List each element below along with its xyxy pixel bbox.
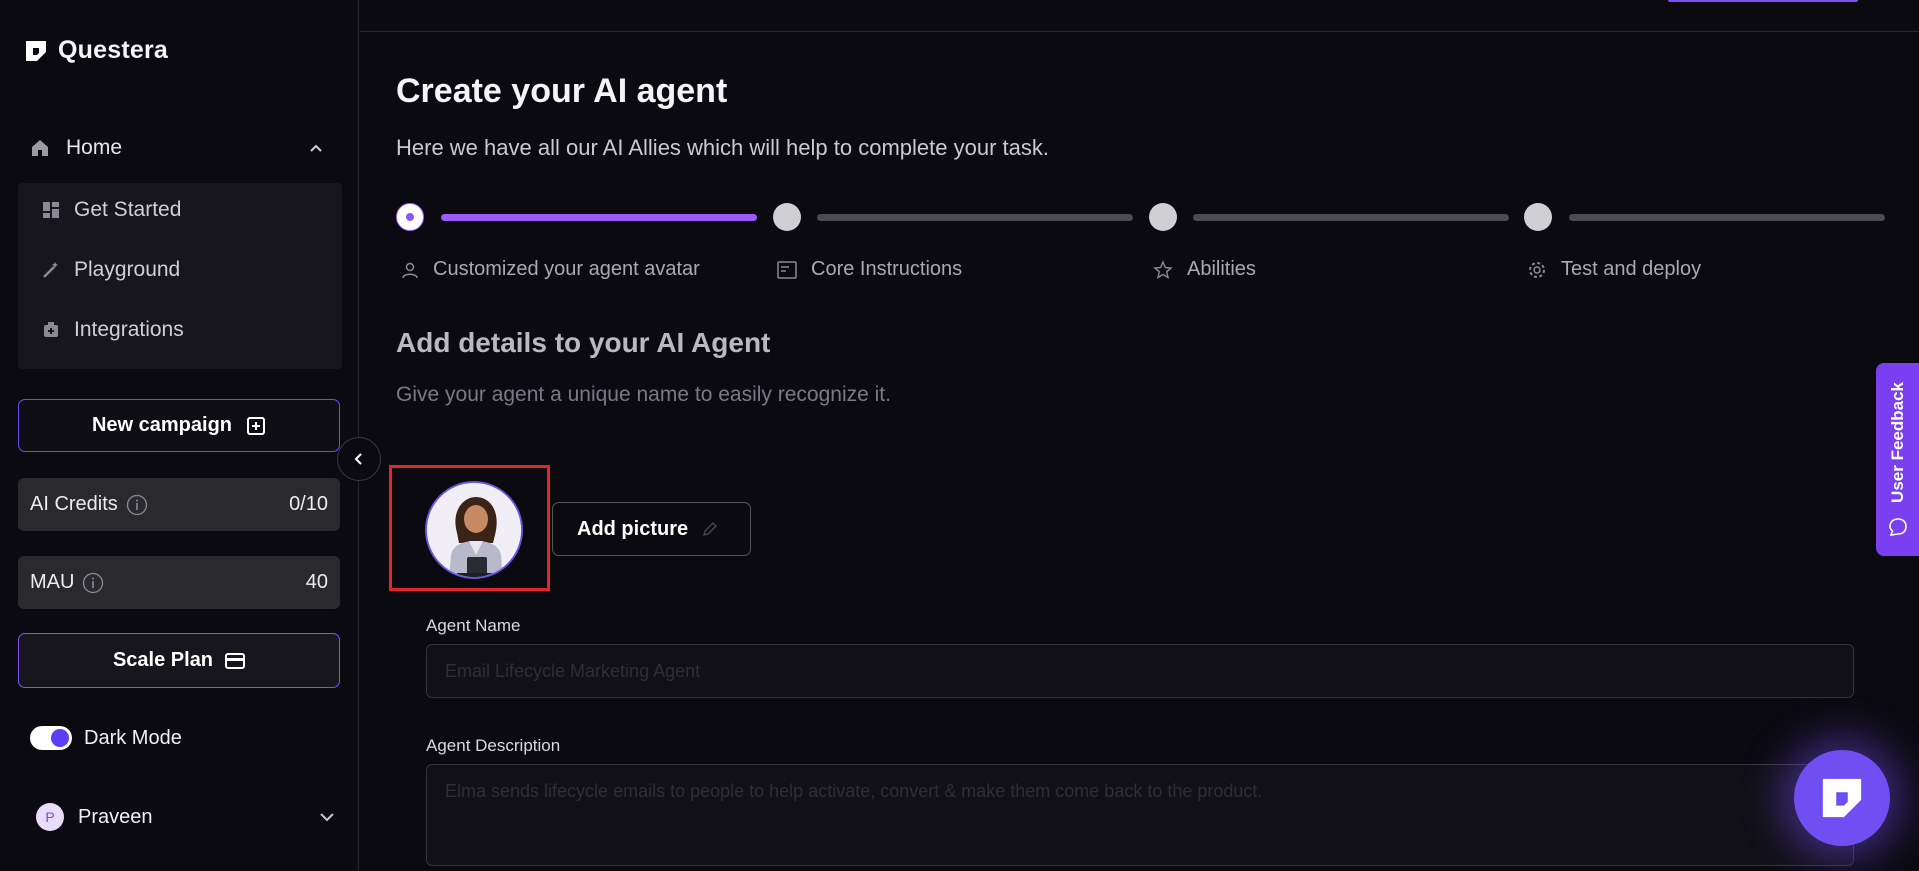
sidebar-item-label: Get Started [74, 198, 182, 221]
step-2-label[interactable]: Core Instructions [777, 258, 962, 281]
step-1-indicator[interactable] [396, 203, 424, 231]
chevron-up-icon[interactable] [308, 140, 324, 156]
plus-square-icon [247, 416, 266, 435]
dark-mode-toggle[interactable] [30, 726, 72, 750]
step-2-indicator[interactable] [773, 203, 801, 231]
user-feedback-label: User Feedback [1888, 382, 1907, 503]
dark-mode-row: Dark Mode [30, 726, 182, 750]
step-4-text: Test and deploy [1561, 258, 1702, 280]
scale-plan-label: Scale Plan [112, 649, 214, 671]
pencil-icon [703, 522, 718, 536]
sidebar: Questera Home Get Started Playground Int… [0, 0, 359, 871]
collapse-sidebar-button[interactable] [337, 437, 381, 481]
step-4-progress [1569, 214, 1885, 221]
section-title: Add details to your AI Agent [396, 327, 771, 358]
agent-avatar-image[interactable] [425, 481, 523, 579]
mau-box: MAU 40 [18, 556, 340, 609]
header-accent-button[interactable] [1668, 0, 1858, 2]
user-feedback-tab[interactable]: User Feedback [1876, 363, 1919, 556]
step-3-progress [1193, 214, 1509, 221]
magic-wand-icon [43, 262, 58, 278]
brand-name: Questera [58, 36, 168, 64]
step-1-text: Customized your agent avatar [433, 258, 700, 280]
sidebar-item-playground[interactable]: Playground [42, 255, 180, 285]
chat-launcher-button[interactable] [1794, 750, 1890, 846]
credit-card-icon [225, 652, 246, 669]
step-1-progress [441, 214, 757, 221]
step-2-text: Core Instructions [811, 258, 963, 280]
home-icon [32, 140, 48, 156]
add-picture-button[interactable]: Add picture [552, 502, 751, 556]
step-3-indicator[interactable] [1149, 203, 1177, 231]
ai-credits-label: AI Credits [30, 493, 118, 515]
agent-name-input[interactable]: Email Lifecycle Marketing Agent [426, 644, 1854, 698]
mau-value: 40 [305, 571, 328, 593]
page-title: Create your AI agent [396, 72, 728, 110]
step-2-progress [817, 214, 1133, 221]
sidebar-item-integrations[interactable]: Integrations [42, 315, 184, 345]
user-name: Praveen [78, 805, 153, 828]
agent-description-textarea[interactable]: Elma sends lifecycle emails to people to… [426, 764, 1854, 866]
sidebar-item-label: Playground [74, 258, 181, 281]
agent-description-label: Agent Description [426, 736, 561, 755]
new-campaign-label: New campaign [91, 414, 233, 436]
info-icon[interactable] [82, 572, 104, 594]
document-icon [777, 260, 797, 279]
chat-bubble-icon [1889, 518, 1907, 536]
ai-credits-value: 0/10 [289, 493, 328, 515]
agent-name-label: Agent Name [426, 616, 521, 635]
scale-plan-button[interactable]: Scale Plan [18, 633, 340, 688]
info-icon[interactable] [126, 494, 148, 516]
new-campaign-button[interactable]: New campaign [18, 399, 340, 452]
step-3-text: Abilities [1187, 258, 1256, 280]
mau-label: MAU [30, 571, 75, 593]
star-icon [1153, 259, 1173, 279]
grid-icon [43, 202, 59, 218]
add-picture-label: Add picture [577, 517, 689, 540]
gear-icon [1529, 261, 1545, 278]
chevron-down-icon[interactable] [318, 808, 336, 826]
avatar: P [36, 803, 64, 831]
plug-icon [44, 322, 58, 337]
user-menu[interactable]: P Praveen [36, 803, 336, 831]
sidebar-item-home[interactable]: Home [18, 128, 342, 168]
step-1-label[interactable]: Customized your agent avatar [401, 258, 700, 281]
sidebar-item-get-started[interactable]: Get Started [42, 195, 181, 225]
page-subtitle: Here we have all our AI Allies which wil… [396, 135, 1049, 160]
dark-mode-label: Dark Mode [84, 726, 182, 749]
home-submenu: Get Started Playground Integrations [18, 183, 342, 369]
header-divider [360, 31, 1919, 32]
chevron-left-icon [354, 453, 362, 465]
step-4-label[interactable]: Test and deploy [1527, 258, 1701, 281]
section-subtitle: Give your agent a unique name to easily … [396, 383, 891, 406]
step-3-label[interactable]: Abilities [1153, 258, 1256, 281]
step-4-indicator[interactable] [1524, 203, 1552, 231]
person-icon [402, 262, 418, 278]
questera-logo-icon [26, 40, 46, 61]
ai-credits-box: AI Credits 0/10 [18, 478, 340, 531]
questera-logo-icon [1822, 778, 1862, 818]
brand-logo[interactable]: Questera [24, 36, 168, 65]
sidebar-item-label: Home [66, 136, 123, 159]
sidebar-item-label: Integrations [74, 318, 184, 341]
